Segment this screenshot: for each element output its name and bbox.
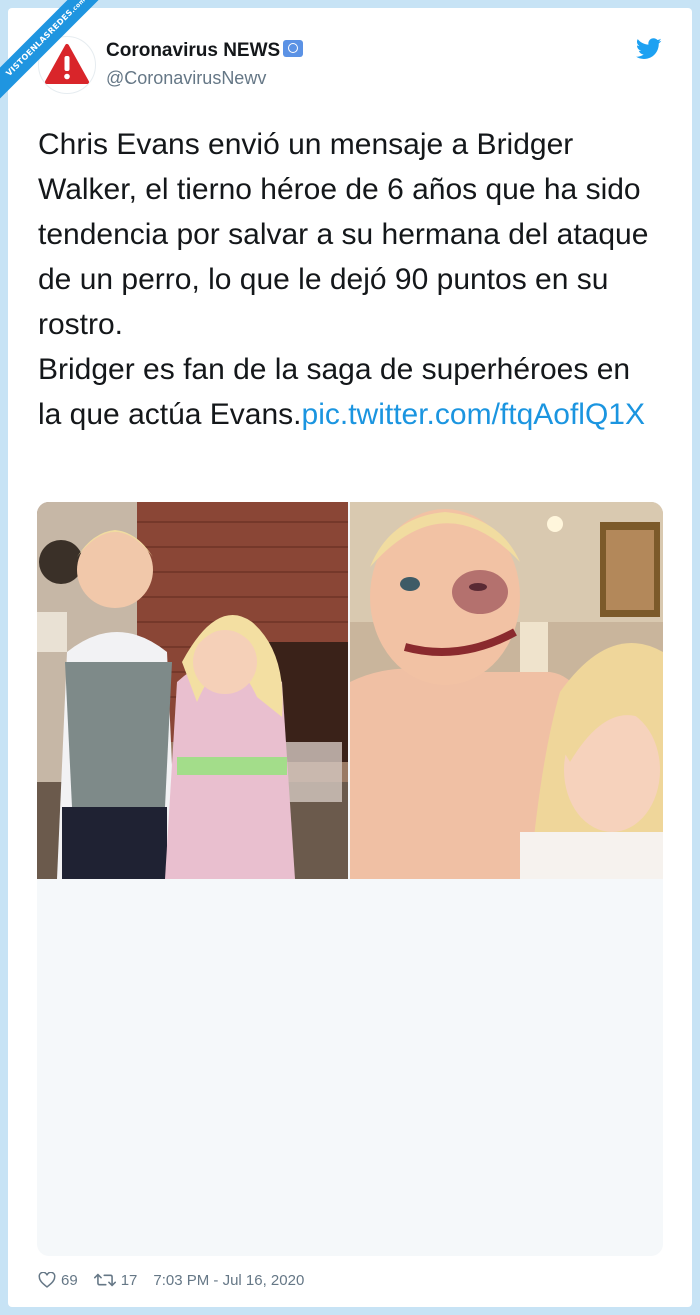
tweet-footer: 69 17 7:03 PM - Jul 16, 2020 [38,1268,304,1292]
author-name-text: Coronavirus NEWS [106,40,281,61]
tweet-media-link[interactable]: pic.twitter.com/ftqAoflQ1X [302,398,645,431]
photo-boy-injured[interactable] [350,502,663,879]
author-name[interactable]: Coronavirus NEWS [106,40,304,62]
tweet-timestamp[interactable]: 7:03 PM - Jul 16, 2020 [153,1272,304,1289]
tweet-card: Coronavirus NEWS @CoronavirusNewv Chris … [8,8,692,1307]
like-count: 69 [61,1271,78,1289]
tweet-text: Chris Evans envió un mensaje a Bridger W… [38,122,658,437]
un-badge-icon [283,40,304,57]
photo-boy-injured-image [350,502,663,879]
tweet-text-main: Chris Evans envió un mensaje a Bridger W… [38,128,649,341]
tweet-media[interactable] [37,502,663,1256]
twitter-bird-icon[interactable] [636,38,662,60]
photo-siblings-dressed-image [37,502,348,879]
heart-icon[interactable] [38,1272,56,1288]
watermark-suffix: .com [69,0,87,15]
author-handle[interactable]: @CoronavirusNewv [106,68,266,89]
retweet-icon[interactable] [93,1272,116,1288]
tweet-header: Coronavirus NEWS @CoronavirusNewv [8,8,692,118]
retweet-count: 17 [120,1271,138,1289]
photo-siblings-dressed[interactable] [37,502,348,879]
